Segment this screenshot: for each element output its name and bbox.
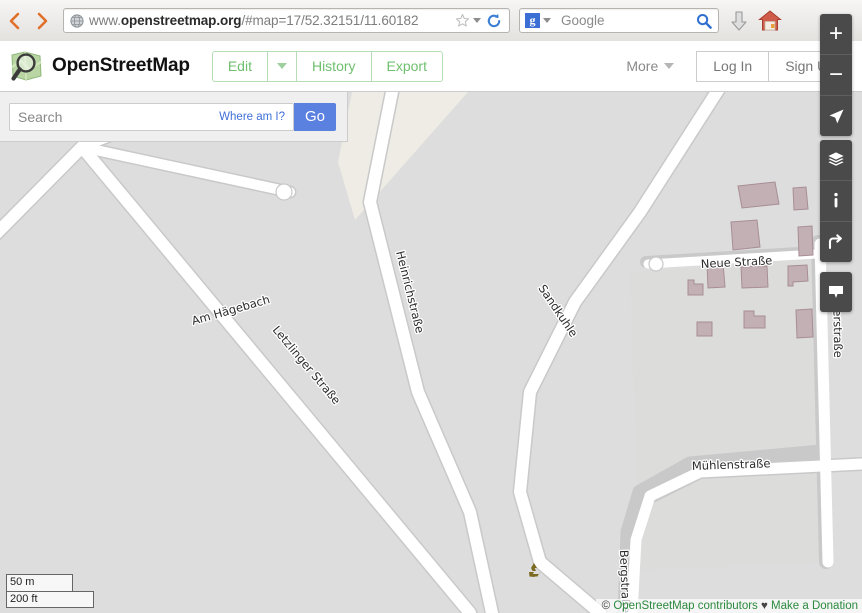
add-note-button[interactable] <box>820 272 852 312</box>
browser-search-bar[interactable]: g Google <box>519 8 719 33</box>
scale-bar: 50 m 200 ft <box>6 574 94 608</box>
make-a-donation-link[interactable]: Make a Donation <box>771 600 858 612</box>
map-attribution: © OpenStreetMap contributors ♥ Make a Do… <box>595 599 862 613</box>
export-button[interactable]: Export <box>370 50 443 82</box>
chevron-down-icon <box>276 63 287 69</box>
openstreetmap-magnifier-logo <box>11 51 42 81</box>
search-panel: Where am I? Go <box>0 92 348 142</box>
where-am-i-link[interactable]: Where am I? <box>219 111 285 123</box>
map-tiles: Am Hägebach Am Hägebach Letzlinger Straß… <box>0 92 862 613</box>
star-icon[interactable] <box>455 13 470 28</box>
scale-imperial: 200 ft <box>6 591 94 608</box>
home-icon[interactable] <box>758 9 782 32</box>
heart-icon: ♥ <box>761 600 768 612</box>
layers-icon <box>828 152 844 166</box>
primary-actions: Edit History Export <box>211 50 443 82</box>
back-button[interactable] <box>0 5 28 37</box>
search-engine-caret-icon[interactable] <box>543 18 551 23</box>
zoom-in-button[interactable]: + <box>820 14 852 54</box>
layers-button[interactable] <box>820 140 852 180</box>
forward-button[interactable] <box>28 5 56 37</box>
magnifier-icon[interactable] <box>696 13 712 29</box>
minus-icon: − <box>828 61 843 88</box>
site-title: OpenStreetMap <box>52 55 190 76</box>
scale-metric: 50 m <box>6 574 73 591</box>
edit-dropdown-button[interactable] <box>266 50 296 82</box>
copyright-symbol: © <box>601 600 611 612</box>
globe-icon <box>70 13 84 28</box>
search-field-wrapper[interactable]: Where am I? <box>9 102 294 131</box>
search-go-button[interactable]: Go <box>294 102 336 131</box>
comment-note-icon <box>829 286 843 298</box>
map-layers-controls <box>820 140 852 262</box>
history-button[interactable]: History <box>295 50 371 82</box>
edit-button[interactable]: Edit <box>211 50 267 82</box>
map-zoom-controls: + − <box>820 14 852 136</box>
svg-text:Mühlenstraße: Mühlenstraße <box>692 456 771 473</box>
chevron-right-icon <box>37 12 47 29</box>
bookmark-dropdown-caret-icon[interactable] <box>473 18 481 23</box>
map-key-button[interactable] <box>820 180 852 221</box>
zoom-out-button[interactable]: − <box>820 54 852 95</box>
search-engine-label: Google <box>561 13 605 28</box>
location-arrow-icon <box>829 109 843 123</box>
login-button[interactable]: Log In <box>696 50 769 82</box>
info-icon <box>834 192 838 208</box>
google-g-icon: g <box>525 13 540 28</box>
chevron-down-icon <box>664 63 675 69</box>
browser-toolbar: www.openstreetmap.org/#map=17/52.32151/1… <box>0 0 862 42</box>
download-arrow-icon[interactable] <box>729 10 749 32</box>
more-menu-button[interactable]: More <box>626 58 675 74</box>
address-bar[interactable]: www.openstreetmap.org/#map=17/52.32151/1… <box>63 8 510 33</box>
osm-contributors-link[interactable]: OpenStreetMap contributors <box>613 600 757 612</box>
street-label-muehlenstrasse: Mühlenstraße Mühlenstraße <box>690 455 772 474</box>
browser-window: www.openstreetmap.org/#map=17/52.32151/1… <box>0 0 862 613</box>
plus-icon: + <box>828 20 843 47</box>
header-right-actions: More Log In Sign Up <box>626 50 852 82</box>
share-icon <box>828 234 842 250</box>
url-text: www.openstreetmap.org/#map=17/52.32151/1… <box>89 13 419 28</box>
chevron-left-icon <box>9 12 19 29</box>
search-input[interactable] <box>10 103 220 130</box>
site-logo-link[interactable]: OpenStreetMap <box>9 49 190 83</box>
map-notes-controls <box>820 272 852 312</box>
share-button[interactable] <box>820 221 852 262</box>
osm-site-header: OpenStreetMap Edit History Export More L… <box>0 41 862 92</box>
map-canvas[interactable]: Am Hägebach Am Hägebach Letzlinger Straß… <box>0 92 862 613</box>
more-menu-label: More <box>626 58 659 74</box>
locate-button[interactable] <box>820 95 852 136</box>
reload-icon[interactable] <box>486 13 502 29</box>
